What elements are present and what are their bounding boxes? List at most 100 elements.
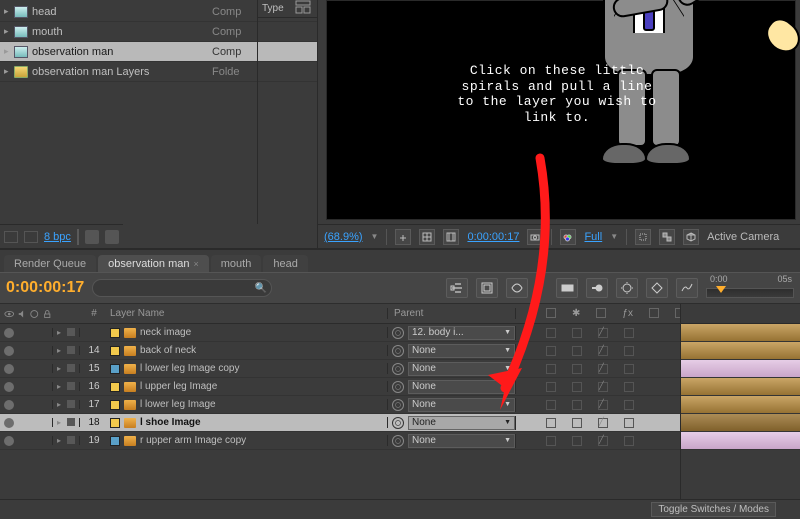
video-toggle[interactable] bbox=[4, 328, 14, 338]
label-color[interactable] bbox=[67, 418, 75, 426]
number-header[interactable]: # bbox=[80, 308, 108, 319]
solo-column-icon[interactable] bbox=[29, 308, 40, 320]
twirl-icon[interactable]: ▸ bbox=[4, 6, 14, 17]
timeline-tracks[interactable] bbox=[680, 304, 800, 499]
transparency-grid-icon[interactable] bbox=[659, 229, 675, 245]
twirl-icon[interactable]: ▸ bbox=[57, 382, 65, 391]
timeline-tabs: Render Queue observation man× mouth head bbox=[0, 250, 800, 272]
resolution-dropdown[interactable]: Full bbox=[584, 231, 602, 243]
brainstorm-icon[interactable] bbox=[616, 278, 638, 298]
twirl-icon[interactable]: ▸ bbox=[57, 418, 65, 427]
twirl-icon[interactable]: ▸ bbox=[57, 346, 65, 355]
label-color[interactable] bbox=[67, 328, 75, 336]
draft-3d-icon[interactable] bbox=[476, 278, 498, 298]
pickwhip-icon[interactable] bbox=[392, 363, 404, 375]
color-swatch[interactable] bbox=[110, 364, 120, 374]
fx-header2-icon[interactable]: ƒx bbox=[622, 308, 633, 319]
parent-dropdown[interactable]: None▼ bbox=[408, 398, 515, 412]
snapshot-icon[interactable] bbox=[527, 229, 543, 245]
video-toggle[interactable] bbox=[4, 400, 14, 410]
trash-icon[interactable] bbox=[105, 230, 119, 244]
tab-observation-man[interactable]: observation man× bbox=[98, 255, 209, 272]
shy-header-icon[interactable] bbox=[546, 308, 556, 318]
toggle-switches-modes-button[interactable]: Toggle Switches / Modes bbox=[651, 502, 776, 517]
label-color[interactable] bbox=[67, 382, 75, 390]
video-toggle[interactable] bbox=[4, 436, 14, 446]
resolution-down-icon[interactable] bbox=[395, 229, 411, 245]
tab-head[interactable]: head bbox=[263, 255, 307, 272]
frame-blend-header-icon[interactable] bbox=[649, 308, 659, 318]
label-color[interactable] bbox=[67, 364, 75, 372]
label-color[interactable] bbox=[67, 436, 75, 444]
new-folder-icon[interactable] bbox=[24, 231, 38, 243]
current-time[interactable]: 0:00:00:17 bbox=[6, 279, 84, 297]
layer-name-header[interactable]: Layer Name bbox=[108, 308, 388, 319]
ai-layer-icon bbox=[124, 400, 136, 410]
video-toggle[interactable] bbox=[4, 346, 14, 356]
pickwhip-icon[interactable] bbox=[392, 417, 404, 429]
hide-shy-icon[interactable] bbox=[506, 278, 528, 298]
preview-canvas[interactable]: Click on these little spirals and pull a… bbox=[326, 0, 796, 220]
guides-icon[interactable] bbox=[443, 229, 459, 245]
zoom-readout[interactable]: (68.9%) bbox=[324, 231, 363, 243]
label-color[interactable] bbox=[67, 400, 75, 408]
layer-search-input[interactable]: 🔍 bbox=[92, 279, 272, 297]
pickwhip-icon[interactable] bbox=[392, 345, 404, 357]
grid-icon[interactable] bbox=[419, 229, 435, 245]
parent-dropdown[interactable]: None▼ bbox=[408, 380, 515, 394]
parent-dropdown[interactable]: None▼ bbox=[408, 362, 515, 376]
3d-view-icon[interactable] bbox=[683, 229, 699, 245]
project-search-input[interactable] bbox=[77, 229, 79, 245]
bpc-toggle[interactable]: 8 bpc bbox=[44, 231, 71, 243]
color-swatch[interactable] bbox=[110, 418, 120, 428]
twirl-icon[interactable]: ▸ bbox=[57, 400, 65, 409]
ai-layer-icon bbox=[124, 364, 136, 374]
color-swatch[interactable] bbox=[110, 436, 120, 446]
color-swatch[interactable] bbox=[110, 328, 120, 338]
quality-header-icon[interactable] bbox=[596, 308, 606, 318]
preview-timecode[interactable]: 0:00:00:17 bbox=[467, 231, 519, 243]
twirl-icon[interactable]: ▸ bbox=[4, 46, 14, 57]
auto-keyframe-icon[interactable] bbox=[646, 278, 668, 298]
video-toggle[interactable] bbox=[4, 364, 14, 374]
graph-editor-icon[interactable] bbox=[676, 278, 698, 298]
twirl-icon[interactable]: ▸ bbox=[57, 364, 65, 373]
video-toggle[interactable] bbox=[4, 418, 14, 428]
color-swatch[interactable] bbox=[110, 382, 120, 392]
lock-column-icon[interactable] bbox=[42, 308, 53, 320]
pickwhip-icon[interactable] bbox=[392, 399, 404, 411]
roi-icon[interactable] bbox=[635, 229, 651, 245]
twirl-icon[interactable]: ▸ bbox=[4, 66, 14, 77]
time-ruler[interactable]: 0:00 05s bbox=[706, 276, 794, 300]
parent-dropdown[interactable]: None▼ bbox=[408, 344, 515, 358]
frame-blend-icon[interactable] bbox=[556, 278, 578, 298]
playhead-icon[interactable] bbox=[716, 286, 726, 293]
interpret-footage-icon[interactable] bbox=[4, 231, 18, 243]
color-swatch[interactable] bbox=[110, 400, 120, 410]
parent-dropdown[interactable]: 12. body i...▼ bbox=[408, 326, 515, 340]
twirl-icon[interactable]: ▸ bbox=[57, 328, 65, 337]
twirl-icon[interactable]: ▸ bbox=[57, 436, 65, 445]
fx-header-icon[interactable]: ✱ bbox=[572, 308, 580, 319]
close-icon[interactable]: × bbox=[194, 259, 199, 269]
pickwhip-icon[interactable] bbox=[392, 327, 404, 339]
color-swatch[interactable] bbox=[110, 346, 120, 356]
label-color[interactable] bbox=[67, 346, 75, 354]
parent-dropdown[interactable]: None▼ bbox=[408, 416, 515, 430]
pickwhip-icon[interactable] bbox=[392, 435, 404, 447]
twirl-icon[interactable]: ▸ bbox=[4, 26, 14, 37]
new-comp-icon[interactable] bbox=[85, 230, 99, 244]
type-header[interactable]: Type bbox=[258, 0, 317, 18]
motion-blur-icon[interactable] bbox=[586, 278, 608, 298]
video-toggle[interactable] bbox=[4, 382, 14, 392]
tab-mouth[interactable]: mouth bbox=[211, 255, 262, 272]
parent-header[interactable]: Parent bbox=[388, 308, 516, 319]
tab-render-queue[interactable]: Render Queue bbox=[4, 255, 96, 272]
channel-icon[interactable] bbox=[560, 229, 576, 245]
video-column-icon[interactable] bbox=[4, 308, 15, 320]
parent-dropdown[interactable]: None▼ bbox=[408, 434, 515, 448]
audio-column-icon[interactable] bbox=[17, 308, 28, 320]
camera-dropdown[interactable]: Active Camera bbox=[707, 231, 779, 243]
comp-mini-flowchart-icon[interactable] bbox=[446, 278, 468, 298]
pickwhip-icon[interactable] bbox=[392, 381, 404, 393]
